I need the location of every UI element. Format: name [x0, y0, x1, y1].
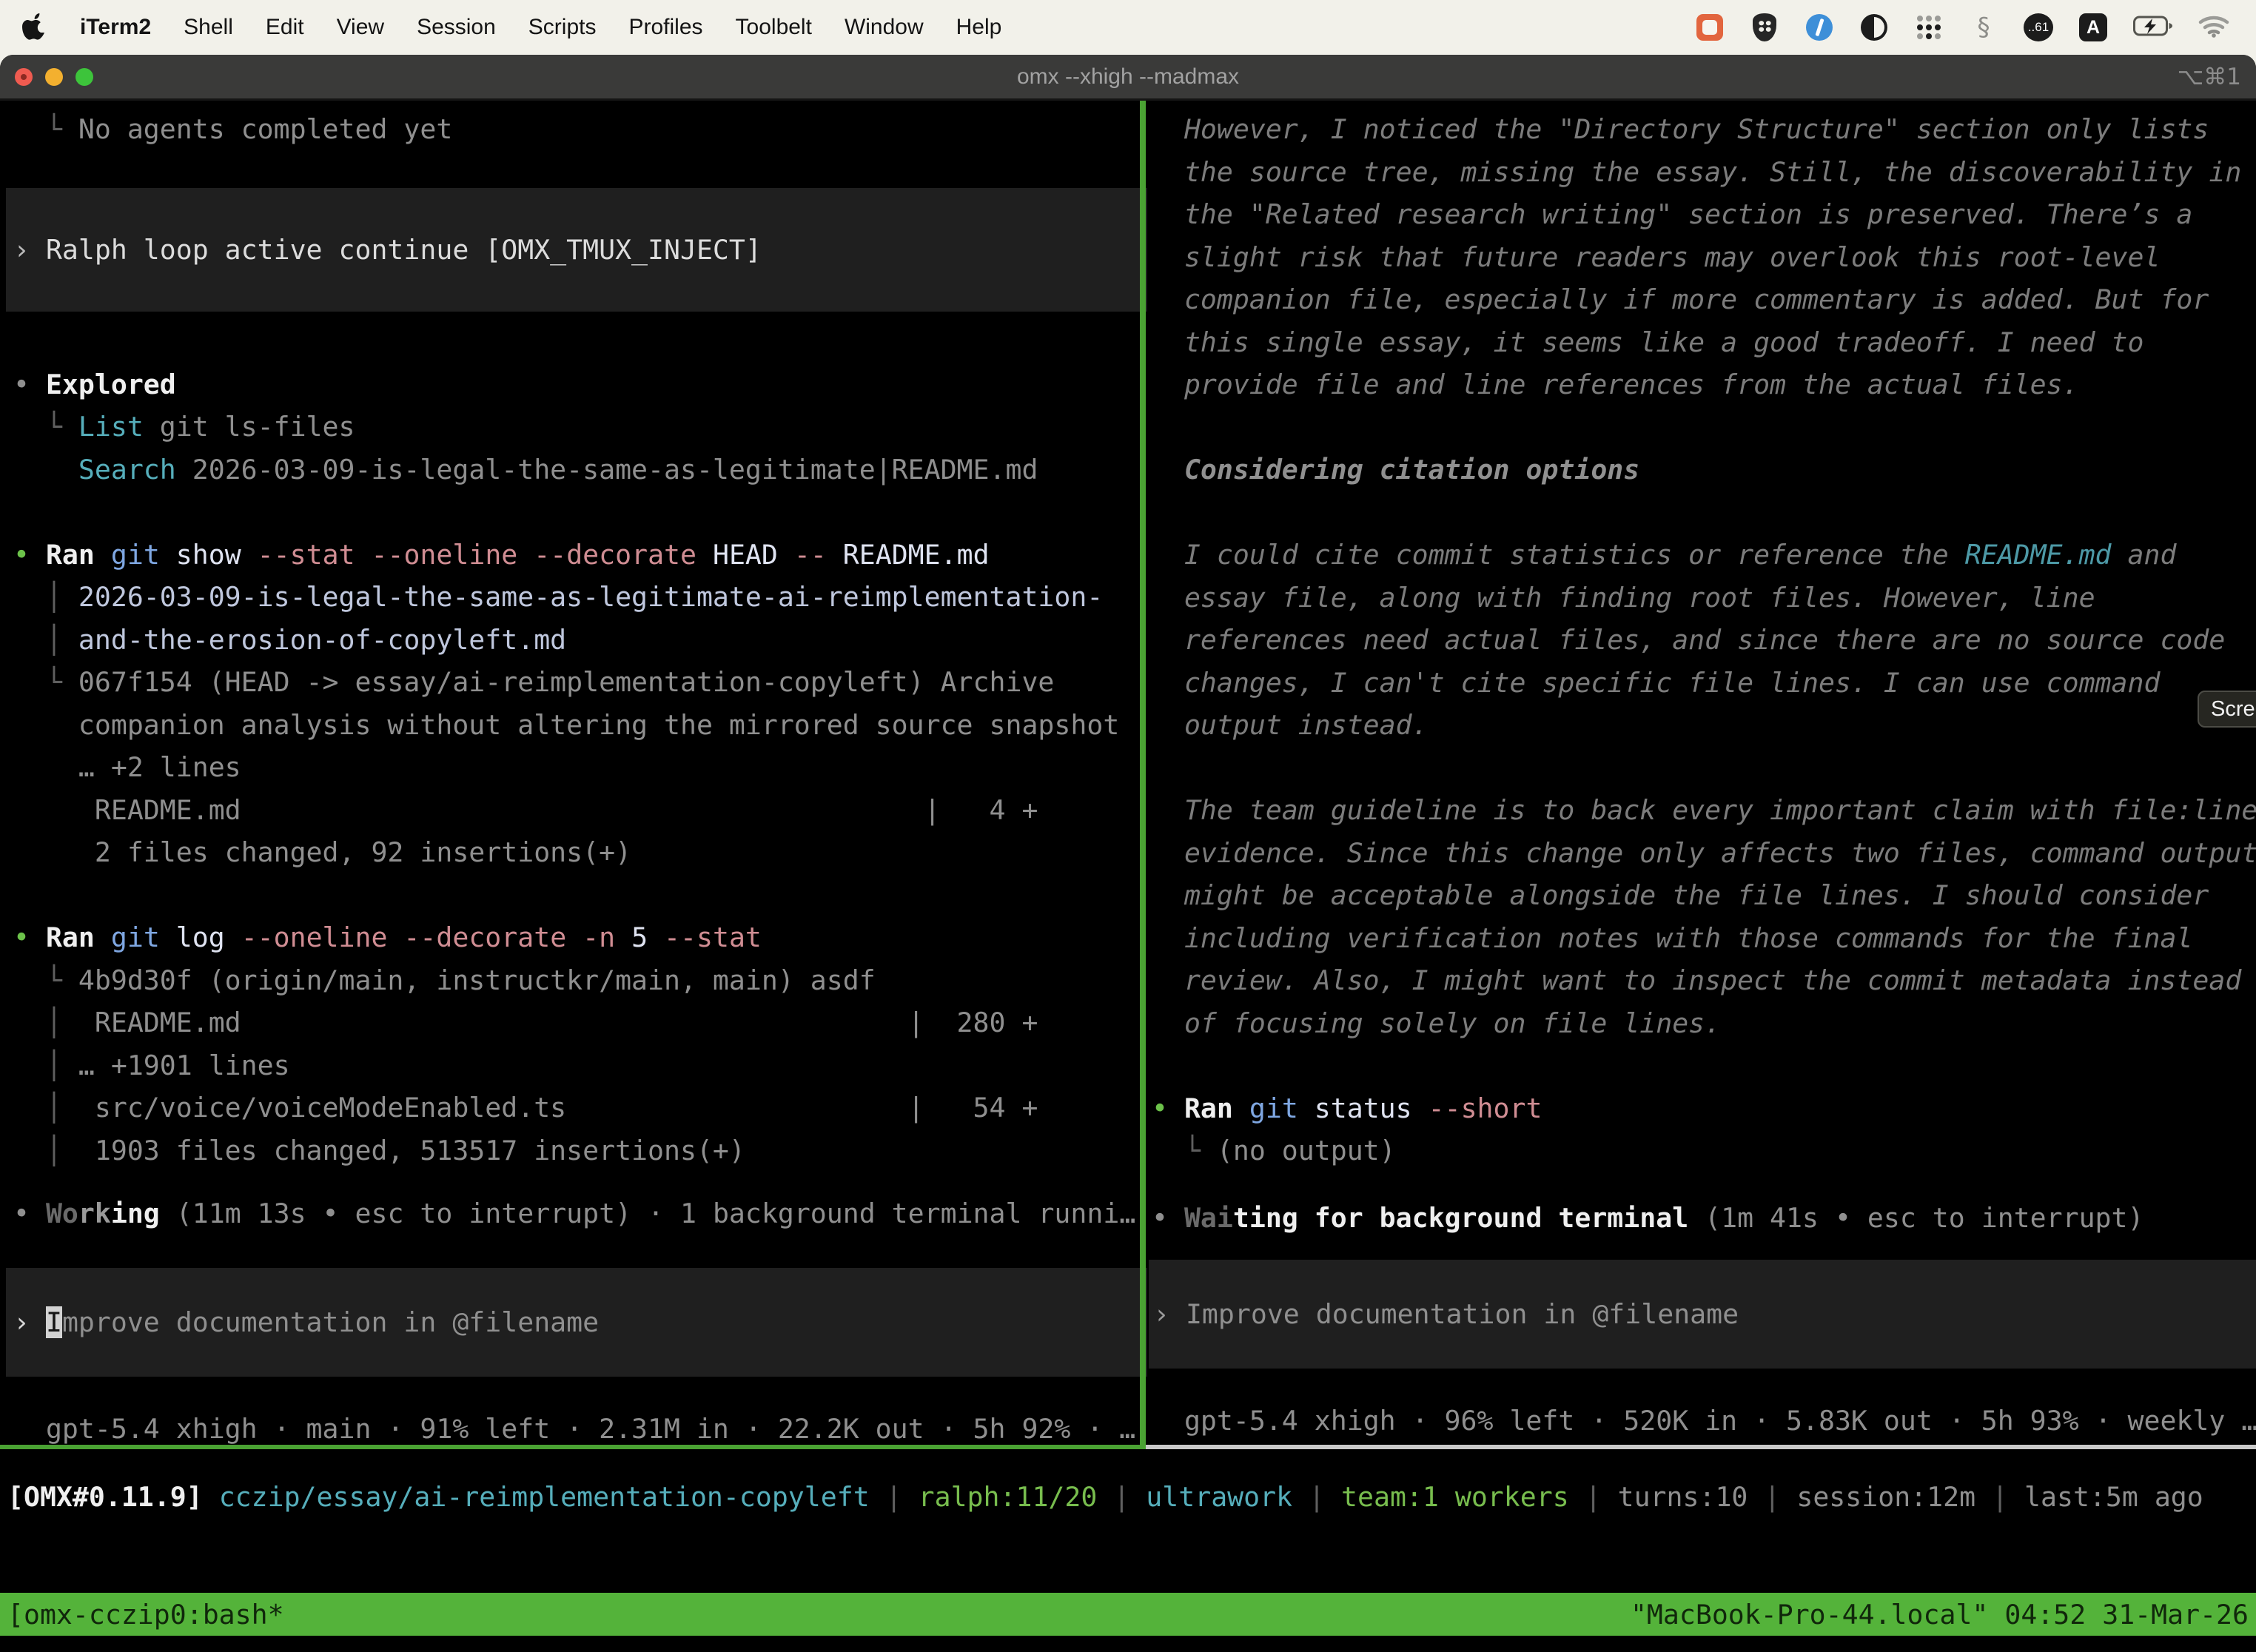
menu-item-edit[interactable]: Edit: [266, 15, 304, 39]
tmux-session-label: [omx-cczip0:bash*: [7, 1599, 284, 1631]
terminal-line: └ (no output): [1152, 1129, 2256, 1172]
terminal-line: provide file and line references from th…: [1152, 363, 2256, 406]
right-pane-border: [1146, 1445, 2256, 1449]
terminal-line: Considering citation options: [1152, 449, 2256, 491]
menu-item-toolbelt[interactable]: Toolbelt: [736, 15, 812, 39]
ralph-loop-prompt-box[interactable]: › Ralph loop active continue [OMX_TMUX_I…: [6, 188, 1147, 312]
terminal-line: However, I noticed the "Directory Struct…: [1152, 108, 2256, 151]
pane-divider[interactable]: [1140, 101, 1146, 1449]
hook-icon[interactable]: §: [1969, 12, 1998, 43]
blank-line: [1152, 747, 2256, 790]
terminal-line: │ 1903 files changed, 513517 insertions(…: [13, 1129, 1153, 1172]
terminal-line: gpt-5.4 xhigh · 96% left · 520K in · 5.8…: [1152, 1400, 2256, 1443]
terminal-line: • Explored: [13, 363, 1153, 406]
close-button[interactable]: [15, 68, 33, 86]
terminal-line: The team guideline is to back every impo…: [1152, 789, 2256, 832]
terminal-area: └ No agents completed yet › Ralph loop ac…: [0, 101, 2256, 1454]
minimize-button[interactable]: [45, 68, 63, 86]
terminal-line: └ No agents completed yet: [13, 108, 1153, 151]
badge-61-icon[interactable]: ..61: [2024, 12, 2053, 43]
composer-input-right[interactable]: › Improve documentation in @filename: [1149, 1260, 2256, 1369]
terminal-line: └ 4b9d30f (origin/main, instructkr/main,…: [13, 959, 1153, 1002]
menu-item-window[interactable]: Window: [845, 15, 924, 39]
blue-badge-icon[interactable]: [1805, 12, 1834, 43]
dots-grid-icon[interactable]: [1914, 12, 1944, 43]
battery-icon[interactable]: [2133, 12, 2173, 43]
terminal-line: └ 067f154 (HEAD -> essay/ai-reimplementa…: [13, 661, 1153, 704]
terminal-line: might be acceptable alongside the file l…: [1152, 874, 2256, 917]
shield-icon[interactable]: [1750, 12, 1779, 43]
window-shortcut-badge: ⌥⌘1: [2178, 64, 2241, 90]
tmux-pane-right[interactable]: However, I noticed the "Directory Struct…: [1146, 101, 2256, 1452]
window-title-bar[interactable]: omx --xhigh --madmax ⌥⌘1: [0, 55, 2256, 101]
menu-item-help[interactable]: Help: [956, 15, 1002, 39]
blank-line: [13, 874, 1153, 917]
terminal-line: Search 2026-03-09-is-legal-the-same-as-l…: [13, 449, 1153, 491]
screen-share-button[interactable]: Scre: [2198, 691, 2256, 728]
terminal-line: └ List git ls-files: [13, 406, 1153, 449]
tmux-pane-left[interactable]: └ No agents completed yet › Ralph loop ac…: [0, 101, 1153, 1452]
terminal-line: │ src/voice/voiceModeEnabled.ts | 54 +: [13, 1087, 1153, 1129]
terminal-line: slight risk that future readers may over…: [1152, 236, 2256, 279]
terminal-line: this single essay, it seems like a good …: [1152, 321, 2256, 364]
blank-line: [1152, 1044, 2256, 1087]
terminal-line: companion analysis without altering the …: [13, 704, 1153, 747]
terminal-line: the source tree, missing the essay. Stil…: [1152, 151, 2256, 194]
composer-input-left[interactable]: › Improve documentation in @filename: [6, 1268, 1147, 1377]
zoom-button[interactable]: [75, 68, 93, 86]
traffic-lights: [15, 55, 93, 98]
terminal-line: gpt-5.4 xhigh · main · 91% left · 2.31M …: [13, 1408, 1153, 1451]
terminal-line: … +2 lines: [13, 746, 1153, 789]
menu-items: iTerm2 Shell Edit View Session Scripts Profile…: [80, 15, 1034, 40]
window-title: omx --xhigh --madmax: [1017, 64, 1239, 90]
menu-item-view[interactable]: View: [337, 15, 384, 39]
iterm2-window: omx --xhigh --madmax ⌥⌘1 └ No agents com…: [0, 55, 2256, 1652]
terminal-line: companion file, especially if more comme…: [1152, 278, 2256, 321]
terminal-line: 2 files changed, 92 insertions(+): [13, 831, 1153, 874]
terminal-line: essay file, along with finding root file…: [1152, 577, 2256, 620]
terminal-line: │ 2026-03-09-is-legal-the-same-as-legiti…: [13, 576, 1153, 619]
terminal-line: review. Also, I might want to inspect th…: [1152, 959, 2256, 1002]
terminal-line: [OMX#0.11.9] cczip/essay/ai-reimplementa…: [7, 1480, 2256, 1514]
menu-item-shell[interactable]: Shell: [184, 15, 233, 39]
apple-menu-icon[interactable]: [22, 12, 49, 43]
menu-item-session[interactable]: Session: [417, 15, 496, 39]
terminal-line: of focusing solely on file lines.: [1152, 1002, 2256, 1045]
blank-line: [1152, 406, 2256, 449]
menu-status-icons: § ..61 A: [1695, 12, 2256, 43]
screen-share-label: Scre: [2211, 697, 2255, 722]
terminal-line: I could cite commit statistics or refere…: [1152, 534, 2256, 577]
terminal-line: • Waiting for background terminal (1m 41…: [1152, 1197, 2256, 1240]
terminal-line: output instead.: [1152, 704, 2256, 747]
menu-item-profiles[interactable]: Profiles: [628, 15, 702, 39]
terminal-line: • Ran git show --stat --oneline --decora…: [13, 534, 1153, 577]
terminal-line: │ and-the-erosion-of-copyleft.md: [13, 619, 1153, 662]
terminal-line: • Ran git status --short: [1152, 1087, 2256, 1130]
terminal-line: changes, I can't cite specific file line…: [1152, 662, 2256, 705]
menu-item-iterm2[interactable]: iTerm2: [80, 15, 151, 39]
blank-line: [1152, 491, 2256, 534]
tmux-status-bar: [omx-cczip0:bash* "MacBook-Pro-44.local"…: [0, 1593, 2256, 1636]
terminal-line: • Ran git log --oneline --decorate -n 5 …: [13, 916, 1153, 959]
terminal-line: references need actual files, and since …: [1152, 619, 2256, 662]
omx-status-bar: [OMX#0.11.9] cczip/essay/ai-reimplementa…: [0, 1480, 2256, 1514]
blank-line: [13, 491, 1153, 534]
tmux-host-clock: "MacBook-Pro-44.local" 04:52 31-Mar-26: [1631, 1599, 2249, 1631]
terminal-line: │ … +1901 lines: [13, 1044, 1153, 1087]
terminal-line: • Working (11m 13s • esc to interrupt) ·…: [13, 1192, 1153, 1235]
dark-disc-icon[interactable]: [1859, 12, 1889, 43]
terminal-line: including verification notes with those …: [1152, 917, 2256, 960]
terminal-line: evidence. Since this change only affects…: [1152, 832, 2256, 875]
menu-item-scripts[interactable]: Scripts: [528, 15, 597, 39]
wifi-icon[interactable]: [2198, 12, 2229, 43]
terminal-line: │ README.md | 280 +: [13, 1001, 1153, 1044]
chat-icon[interactable]: [1695, 12, 1725, 43]
left-pane-border: [0, 1445, 1146, 1449]
a-key-icon[interactable]: A: [2078, 12, 2108, 43]
terminal-line: README.md | 4 +: [13, 789, 1153, 832]
terminal-line: the "Related research writing" section i…: [1152, 193, 2256, 236]
screen: iTerm2 Shell Edit View Session Scripts Profile…: [0, 0, 2256, 1652]
